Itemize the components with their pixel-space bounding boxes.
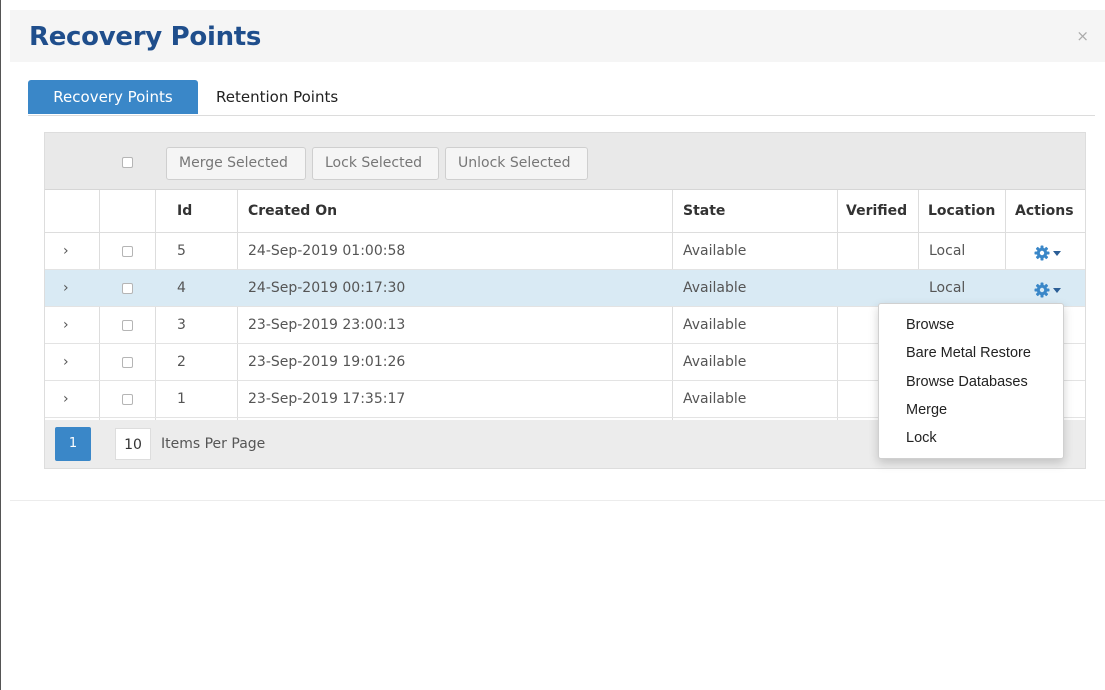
row-location: Local bbox=[929, 243, 966, 259]
table-header: Id Created On State Verified Location Ac… bbox=[45, 190, 1085, 233]
column-header-state[interactable]: State bbox=[683, 190, 725, 233]
gear-icon[interactable] bbox=[1034, 245, 1050, 261]
menu-item-bare-metal-restore[interactable]: Bare Metal Restore bbox=[906, 342, 1031, 364]
row-id: 2 bbox=[177, 354, 186, 370]
page-button-current[interactable]: 1 bbox=[55, 427, 91, 461]
row-state: Available bbox=[683, 391, 747, 407]
table-row[interactable]: › 5 24-Sep-2019 01:00:58 Available Local bbox=[45, 233, 1085, 270]
close-icon[interactable]: × bbox=[1076, 27, 1089, 45]
actions-dropdown-menu: Browse Bare Metal Restore Browse Databas… bbox=[878, 303, 1064, 459]
row-location: Local bbox=[929, 280, 966, 296]
modal-bottom-divider bbox=[10, 500, 1105, 501]
row-checkbox[interactable] bbox=[122, 320, 133, 331]
unlock-selected-button[interactable]: Unlock Selected bbox=[445, 147, 588, 180]
tab-retention-points[interactable]: Retention Points bbox=[216, 80, 338, 114]
row-id: 1 bbox=[177, 391, 186, 407]
tab-recovery-points[interactable]: Recovery Points bbox=[28, 80, 198, 114]
row-created-on: 23-Sep-2019 19:01:26 bbox=[248, 354, 406, 370]
chevron-right-icon[interactable]: › bbox=[63, 344, 69, 381]
row-id: 3 bbox=[177, 317, 186, 333]
row-id: 4 bbox=[177, 280, 186, 296]
row-created-on: 24-Sep-2019 01:00:58 bbox=[248, 243, 406, 259]
modal-title: Recovery Points bbox=[29, 22, 262, 52]
chevron-right-icon[interactable]: › bbox=[63, 270, 69, 307]
caret-down-icon[interactable] bbox=[1053, 288, 1061, 293]
row-checkbox[interactable] bbox=[122, 246, 133, 257]
column-header-verified[interactable]: Verified bbox=[846, 190, 907, 233]
row-created-on: 23-Sep-2019 17:35:17 bbox=[248, 391, 406, 407]
table-row[interactable]: › 4 24-Sep-2019 00:17:30 Available Local bbox=[45, 270, 1085, 307]
chevron-right-icon[interactable]: › bbox=[63, 307, 69, 344]
column-header-id[interactable]: Id bbox=[177, 190, 192, 233]
menu-item-merge[interactable]: Merge bbox=[906, 399, 947, 421]
row-state: Available bbox=[683, 354, 747, 370]
grid-toolbar: Merge Selected Lock Selected Unlock Sele… bbox=[45, 133, 1085, 190]
items-per-page-select[interactable]: 10 bbox=[115, 428, 151, 460]
chevron-right-icon[interactable]: › bbox=[63, 381, 69, 418]
menu-item-browse-databases[interactable]: Browse Databases bbox=[906, 371, 1028, 393]
caret-down-icon[interactable] bbox=[1053, 251, 1061, 256]
row-state: Available bbox=[683, 317, 747, 333]
lock-selected-button[interactable]: Lock Selected bbox=[312, 147, 439, 180]
row-state: Available bbox=[683, 243, 747, 259]
row-created-on: 23-Sep-2019 23:00:13 bbox=[248, 317, 406, 333]
merge-selected-button[interactable]: Merge Selected bbox=[166, 147, 306, 180]
row-id: 5 bbox=[177, 243, 186, 259]
window-edge bbox=[0, 0, 1, 690]
row-checkbox[interactable] bbox=[122, 357, 133, 368]
select-all-checkbox[interactable] bbox=[122, 157, 133, 168]
column-header-actions[interactable]: Actions bbox=[1015, 190, 1074, 233]
row-state: Available bbox=[683, 280, 747, 296]
tab-bar: Recovery Points Retention Points bbox=[28, 80, 1095, 116]
row-checkbox[interactable] bbox=[122, 283, 133, 294]
column-header-location[interactable]: Location bbox=[928, 190, 995, 233]
menu-item-lock[interactable]: Lock bbox=[906, 427, 937, 449]
menu-item-browse[interactable]: Browse bbox=[906, 314, 954, 336]
row-created-on: 24-Sep-2019 00:17:30 bbox=[248, 280, 406, 296]
chevron-right-icon[interactable]: › bbox=[63, 233, 69, 270]
modal-header: Recovery Points × bbox=[10, 10, 1105, 62]
items-per-page-label: Items Per Page bbox=[161, 436, 266, 452]
gear-icon[interactable] bbox=[1034, 282, 1050, 298]
row-checkbox[interactable] bbox=[122, 394, 133, 405]
column-header-created-on[interactable]: Created On bbox=[248, 190, 337, 233]
